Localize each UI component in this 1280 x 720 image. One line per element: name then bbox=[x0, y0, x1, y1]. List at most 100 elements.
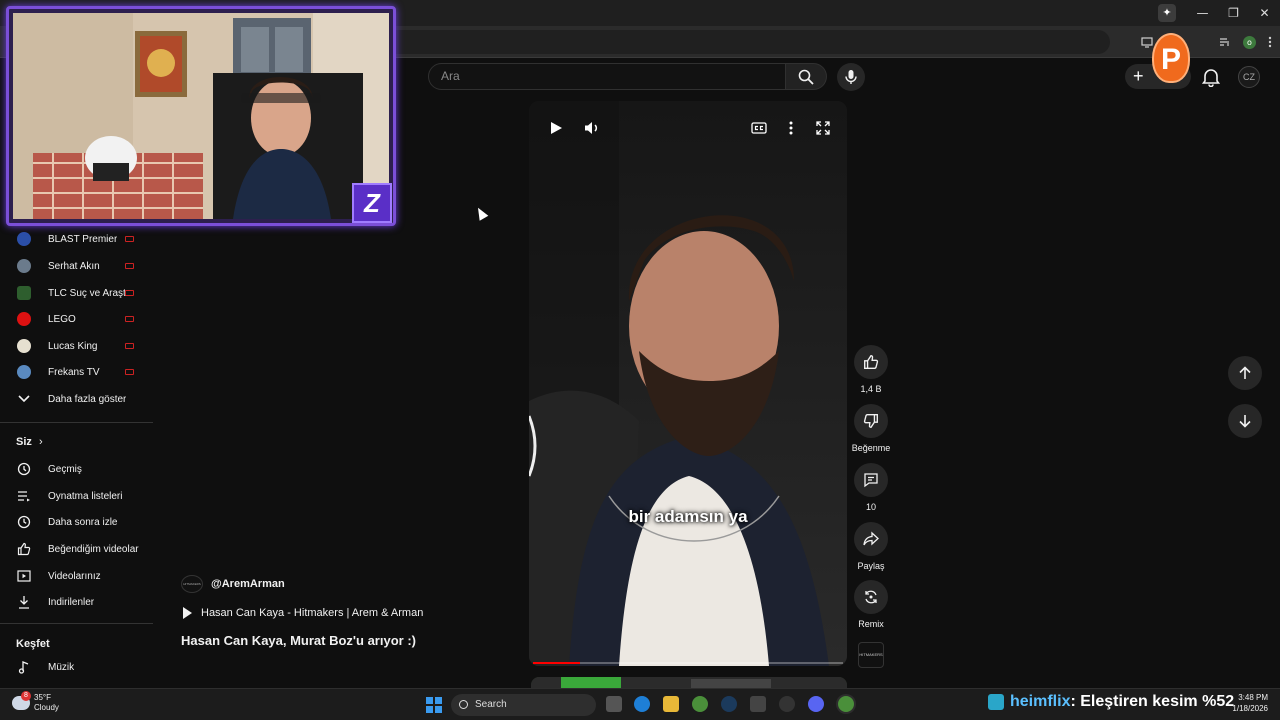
search-input[interactable]: Ara bbox=[428, 63, 786, 90]
edge-browser-icon[interactable] bbox=[634, 696, 650, 712]
previous-short-button[interactable] bbox=[1228, 356, 1262, 390]
sidebar-item-music[interactable]: Müzik bbox=[0, 654, 153, 680]
steam-icon[interactable] bbox=[721, 696, 737, 712]
arrow-up-icon bbox=[1239, 366, 1251, 379]
window-controls: — ❐ ✕ bbox=[1187, 0, 1280, 26]
captions-button[interactable] bbox=[750, 119, 768, 137]
discord-icon[interactable] bbox=[808, 696, 824, 712]
taskbar-search[interactable]: Search bbox=[451, 694, 596, 716]
obs-icon[interactable] bbox=[779, 696, 795, 712]
account-avatar[interactable]: CZ bbox=[1238, 66, 1260, 88]
play-button[interactable] bbox=[547, 119, 565, 137]
stream-logo-badge: Z bbox=[352, 183, 392, 223]
sidebar-item-label: Müzik bbox=[48, 661, 75, 673]
ai-sparkle-button[interactable]: ✦ bbox=[1158, 4, 1176, 22]
channel-row[interactable]: HITMAKERS @AremArman bbox=[181, 575, 285, 593]
channel-avatar bbox=[17, 312, 31, 326]
fullscreen-button[interactable] bbox=[814, 119, 832, 137]
sidebar-item-label: İndirilenler bbox=[48, 596, 95, 608]
video-icon bbox=[17, 569, 31, 583]
sidebar-subscription-tlc[interactable]: TLC Suç ve Araşt... bbox=[0, 280, 153, 306]
sidebar-subscription-blast[interactable]: BLAST Premier bbox=[0, 226, 153, 252]
task-view-icon[interactable] bbox=[606, 696, 622, 712]
sidebar-item-label: Beğendiğim videolar bbox=[48, 543, 139, 555]
comments-button[interactable] bbox=[854, 463, 888, 497]
chrome-icon[interactable] bbox=[692, 696, 708, 712]
shorts-video-frame bbox=[529, 101, 847, 666]
sidebar-item-liked[interactable]: Beğendiğim videolar bbox=[0, 536, 153, 562]
sidebar-item-watch-later[interactable]: Daha sonra izle bbox=[0, 509, 153, 535]
channel-handle[interactable]: @AremArman bbox=[211, 578, 285, 590]
sidebar-item-your-videos[interactable]: Videolarınız bbox=[0, 563, 153, 589]
close-window-button[interactable]: ✕ bbox=[1249, 6, 1280, 20]
more-options-button[interactable] bbox=[782, 119, 800, 137]
mouse-cursor bbox=[473, 205, 489, 221]
sidebar-subscription-lucas[interactable]: Lucas King bbox=[0, 333, 153, 359]
clock-time: 3:48 PM bbox=[1238, 693, 1268, 702]
sidebar-item-label: Lucas King bbox=[48, 340, 98, 352]
sidebar-item-downloads[interactable]: İndirilenler bbox=[0, 589, 153, 615]
sidebar-subscription-frekans[interactable]: Frekans TV bbox=[0, 359, 153, 385]
shorts-caption: bir adamsın ya bbox=[628, 507, 748, 526]
you-section-header[interactable]: Siz › bbox=[16, 436, 43, 448]
system-clock[interactable]: 3:48 PM 1/18/2026 bbox=[1232, 692, 1268, 714]
channel-avatar bbox=[17, 232, 31, 246]
chevron-down-icon bbox=[17, 392, 31, 406]
music-icon bbox=[17, 660, 31, 674]
sidebar-subscription-lego[interactable]: LEGO bbox=[0, 306, 153, 332]
progress-bar[interactable] bbox=[533, 662, 843, 664]
omnibox[interactable] bbox=[380, 30, 1110, 54]
sidebar-item-history[interactable]: Geçmiş bbox=[0, 456, 153, 482]
music-row[interactable]: Hasan Can Kaya - Hitmakers | Arem & Arma… bbox=[183, 607, 423, 619]
sidebar-item-label: Geçmiş bbox=[48, 463, 82, 475]
sidebar-item-label: TLC Suç ve Araşt... bbox=[48, 287, 126, 299]
search-button[interactable] bbox=[786, 63, 827, 90]
media-control-icon[interactable] bbox=[1219, 36, 1231, 48]
live-indicator-icon bbox=[125, 316, 134, 322]
dislike-button[interactable] bbox=[854, 404, 888, 438]
browser-menu-icon[interactable] bbox=[1268, 36, 1272, 48]
comments-action: 10 bbox=[851, 463, 891, 512]
channel-avatar bbox=[17, 339, 31, 353]
sidebar-item-label: LEGO bbox=[48, 313, 76, 325]
sidebar-item-playlists[interactable]: Oynatma listeleri bbox=[0, 483, 153, 509]
thumbs-up-icon bbox=[17, 542, 31, 556]
remix-action: Remix bbox=[851, 580, 891, 629]
weather-widget[interactable]: 8 35°F Cloudy bbox=[12, 691, 59, 713]
next-short-button[interactable] bbox=[1228, 404, 1262, 438]
chrome-active-icon[interactable] bbox=[838, 696, 854, 712]
minimize-button[interactable]: — bbox=[1187, 6, 1218, 20]
show-more-button[interactable]: Daha fazla göster bbox=[0, 386, 153, 412]
channel-avatar[interactable]: HITMAKERS bbox=[181, 575, 203, 593]
windows-logo-pane bbox=[426, 697, 433, 704]
sidebar-item-label: Serhat Akın bbox=[48, 260, 100, 272]
notifications-bell-icon[interactable] bbox=[1201, 67, 1221, 87]
like-button[interactable] bbox=[854, 345, 888, 379]
shorts-player[interactable]: bir adamsın ya bbox=[529, 101, 847, 666]
profile-avatar[interactable]: o bbox=[1243, 35, 1256, 49]
chevron-right-icon: › bbox=[38, 436, 43, 448]
install-app-icon[interactable] bbox=[1141, 36, 1153, 48]
channel-avatar bbox=[17, 259, 31, 273]
live-indicator-icon bbox=[125, 290, 134, 296]
maximize-button[interactable]: ❐ bbox=[1218, 6, 1249, 20]
heimflix-logo-icon bbox=[988, 694, 1004, 710]
search-icon bbox=[798, 69, 814, 85]
file-explorer-icon[interactable] bbox=[663, 696, 679, 712]
ticker-text: : Eleştiren kesim %52 bbox=[1070, 693, 1235, 710]
music-title[interactable]: Hasan Can Kaya - Hitmakers | Arem & Arma… bbox=[201, 607, 423, 619]
start-button[interactable] bbox=[426, 697, 442, 713]
voice-search-button[interactable] bbox=[837, 63, 865, 91]
extension-p-logo[interactable]: P bbox=[1152, 33, 1190, 83]
remix-button[interactable] bbox=[854, 580, 888, 614]
live-indicator-icon bbox=[125, 369, 134, 375]
volume-button[interactable] bbox=[583, 119, 601, 137]
thumbs-up-icon bbox=[864, 355, 879, 369]
share-action: Paylaş bbox=[851, 522, 891, 571]
audio-source-thumbnail[interactable]: HITMAKERS bbox=[858, 642, 884, 668]
windows-logo-pane bbox=[435, 706, 442, 713]
app-icon[interactable] bbox=[750, 696, 766, 712]
sidebar-subscription-serhat[interactable]: Serhat Akın bbox=[0, 253, 153, 279]
share-button[interactable] bbox=[854, 522, 888, 556]
video-title[interactable]: Hasan Can Kaya, Murat Boz'u arıyor :) bbox=[181, 633, 416, 648]
